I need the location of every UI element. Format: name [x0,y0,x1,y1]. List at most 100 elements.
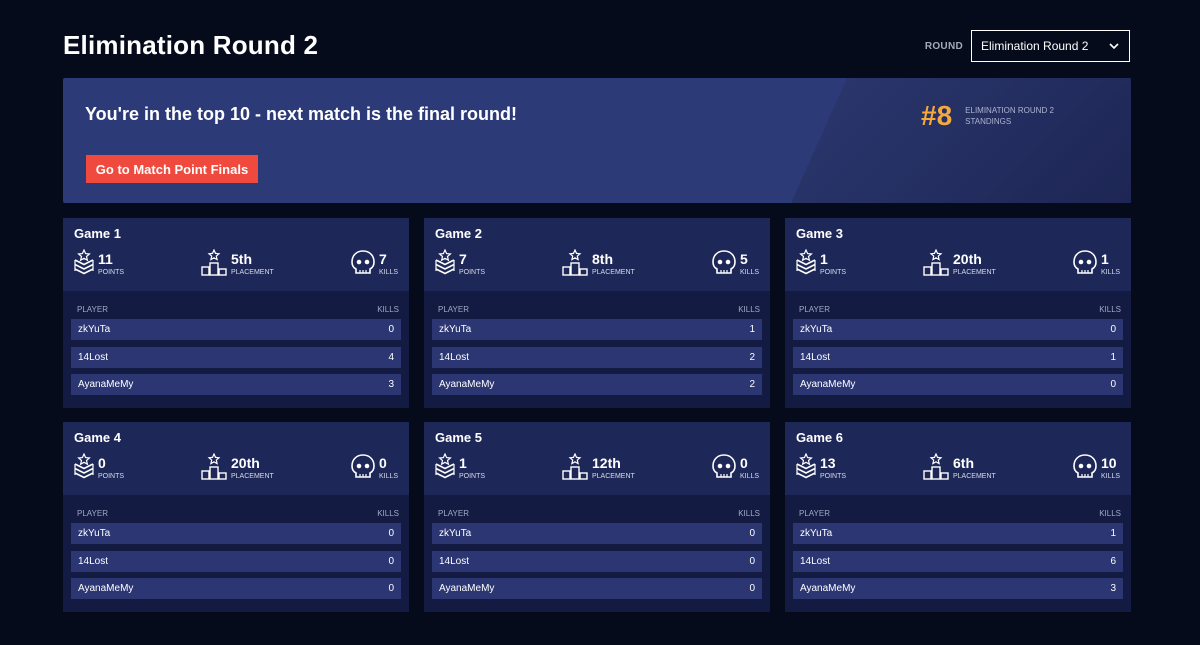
col-player: PLAYER [799,305,830,314]
player-kills: 0 [388,528,394,539]
kills-value: 10 [1101,455,1117,471]
placement-label: PLACEMENT [953,473,996,480]
player-kills: 0 [1110,379,1116,390]
placement-stat: 12th PLACEMENT [561,453,635,481]
table-row: AyanaMeMy 0 [432,578,762,599]
table-header: PLAYER KILLS [799,509,1121,518]
placement-stat: 8th PLACEMENT [561,249,635,277]
table-row: zkYuTa 1 [432,319,762,340]
player-name: AyanaMeMy [800,583,856,594]
kills-label: KILLS [740,473,760,480]
points-label: POINTS [459,473,486,480]
placement-value: 12th [592,455,621,471]
kills-stat: 5 KILLS [711,249,759,277]
chevron-rank-icon [435,453,455,479]
points-stat: 1 POINTS [795,249,846,277]
points-stat: 1 POINTS [434,453,485,481]
placement-label: PLACEMENT [231,269,274,276]
round-select[interactable]: Elimination Round 2 [971,30,1130,62]
placement-value: 5th [231,251,252,267]
player-kills: 2 [749,379,755,390]
qualification-banner: You're in the top 10 - next match is the… [63,78,1131,203]
player-kills: 6 [1110,556,1116,567]
kills-stat: 7 KILLS [350,249,398,277]
table-row: AyanaMeMy 0 [793,374,1123,395]
podium-icon [923,453,949,480]
placement-label: PLACEMENT [231,473,274,480]
player-name: zkYuTa [800,528,833,539]
skull-icon [712,454,736,478]
placement-stat: 20th PLACEMENT [922,249,996,277]
table-row: 14Lost 0 [71,551,401,572]
podium-icon [201,249,227,276]
game-title: Game 5 [435,430,482,445]
game-card-6: Game 6 13 POINTS 6th PLACEMENT 10 KILLS … [785,422,1131,612]
points-value: 11 [98,251,113,267]
game-title: Game 2 [435,226,482,241]
chevron-rank-icon [74,453,94,479]
points-stat: 7 POINTS [434,249,485,277]
placement-label: PLACEMENT [592,269,635,276]
game-card-header: Game 4 0 POINTS 20th PLACEMENT 0 KILLS [63,422,409,495]
player-name: zkYuTa [439,528,472,539]
placement-value: 20th [953,251,982,267]
placement-value: 20th [231,455,260,471]
skull-icon [1073,250,1097,274]
match-point-finals-button[interactable]: Go to Match Point Finals [86,155,258,183]
table-row: AyanaMeMy 3 [793,578,1123,599]
kills-label: KILLS [379,473,399,480]
game-card-2: Game 2 7 POINTS 8th PLACEMENT 5 KILLS PL… [424,218,770,408]
game-title: Game 1 [74,226,121,241]
podium-icon [923,249,949,276]
table-row: 14Lost 6 [793,551,1123,572]
player-kills: 2 [749,352,755,363]
col-kills: KILLS [738,509,760,518]
player-name: AyanaMeMy [439,583,495,594]
player-kills: 4 [388,352,394,363]
game-card-header: Game 6 13 POINTS 6th PLACEMENT 10 KILLS [785,422,1131,495]
placement-label: PLACEMENT [592,473,635,480]
game-title: Game 6 [796,430,843,445]
player-name: AyanaMeMy [800,379,856,390]
round-label: ROUND [924,40,963,52]
col-player: PLAYER [438,305,469,314]
table-header: PLAYER KILLS [438,305,760,314]
kills-label: KILLS [1101,269,1121,276]
game-card-header: Game 3 1 POINTS 20th PLACEMENT 1 KILLS [785,218,1131,291]
table-header: PLAYER KILLS [77,509,399,518]
table-row: 14Lost 0 [432,551,762,572]
placement-label: PLACEMENT [953,269,996,276]
player-name: AyanaMeMy [78,379,134,390]
game-card-header: Game 1 11 POINTS 5th PLACEMENT 7 KILLS [63,218,409,291]
podium-icon [562,453,588,480]
kills-value: 0 [740,455,748,471]
standing-rank: #8 [921,100,953,131]
skull-icon [351,250,375,274]
col-player: PLAYER [799,509,830,518]
player-name: zkYuTa [78,324,111,335]
kills-stat: 0 KILLS [350,453,398,481]
table-row: AyanaMeMy 0 [71,578,401,599]
page-title: Elimination Round 2 [63,30,319,60]
player-kills: 0 [749,528,755,539]
player-name: 14Lost [800,352,831,363]
points-value: 1 [820,251,828,267]
kills-value: 1 [1101,251,1109,267]
col-player: PLAYER [77,305,108,314]
player-kills: 0 [749,556,755,567]
kills-label: KILLS [379,269,399,276]
chevron-rank-icon [435,249,455,275]
col-kills: KILLS [377,509,399,518]
kills-value: 5 [740,251,748,267]
game-title: Game 4 [74,430,121,445]
points-label: POINTS [820,269,847,276]
table-row: 14Lost 1 [793,347,1123,368]
player-kills: 0 [749,583,755,594]
table-header: PLAYER KILLS [438,509,760,518]
player-kills: 0 [388,583,394,594]
skull-icon [351,454,375,478]
points-value: 7 [459,251,467,267]
chevron-rank-icon [796,453,816,479]
game-card-1: Game 1 11 POINTS 5th PLACEMENT 7 KILLS P… [63,218,409,408]
player-name: zkYuTa [78,528,111,539]
